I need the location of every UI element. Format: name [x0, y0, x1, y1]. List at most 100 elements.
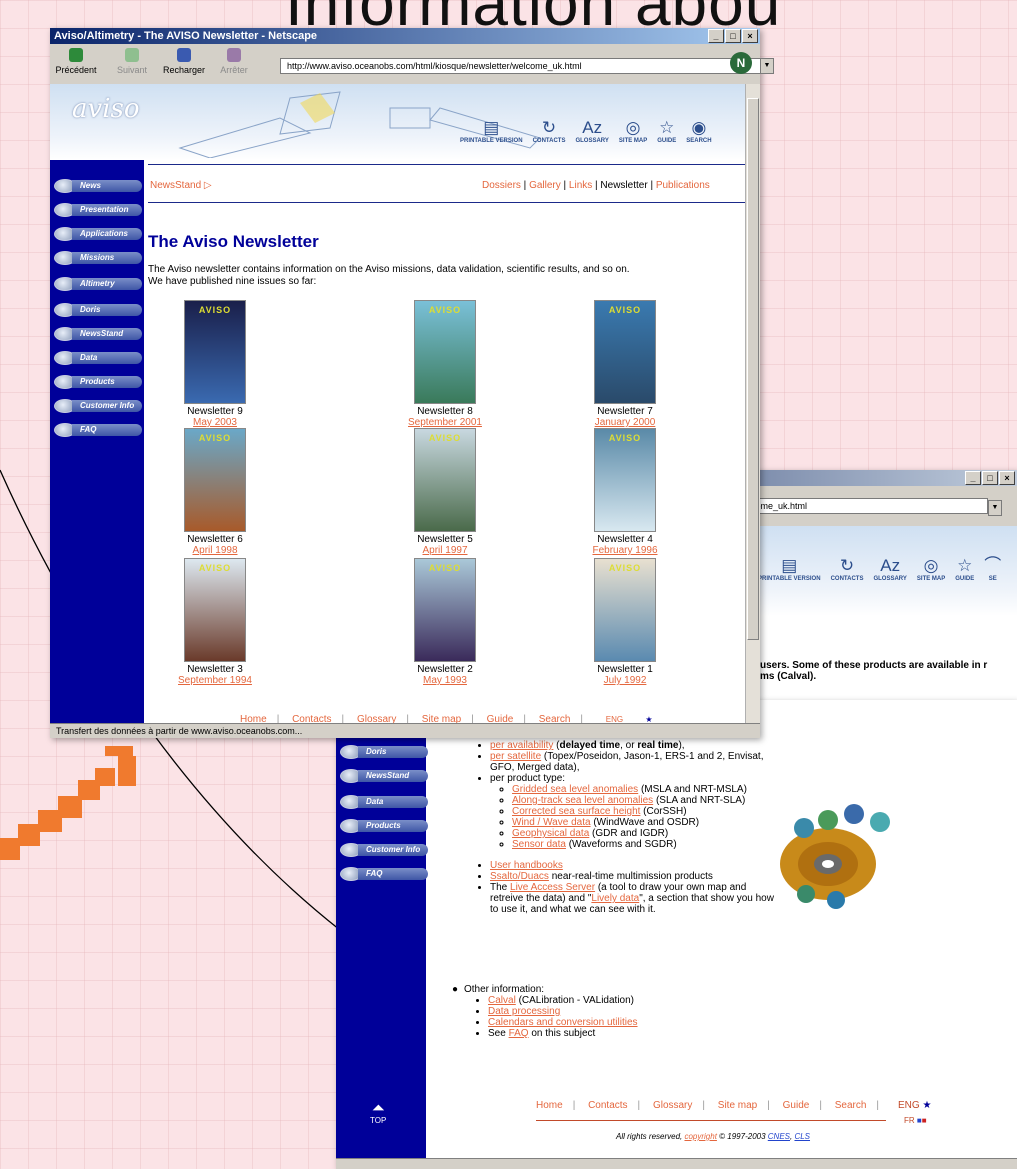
back-sidebar-item-faq[interactable]: FAQ — [340, 866, 428, 882]
newsletter-issue[interactable]: AVISO Newsletter 3 September 1994 — [150, 558, 280, 686]
cls-link[interactable]: CLS — [794, 1132, 810, 1141]
back-sidebar-item-doris[interactable]: Doris — [340, 744, 428, 760]
lively-data-link[interactable]: Lively data — [591, 893, 639, 904]
printable-version-icon[interactable]: ▤ PRINTABLE VERSION — [460, 118, 523, 144]
live-access-server-link[interactable]: Live Access Server — [510, 882, 595, 893]
sidebar-item-customer-info[interactable]: Customer Info — [54, 398, 142, 414]
user-handbooks-link[interactable]: User handbooks — [490, 860, 563, 871]
newsletter-cover-image[interactable]: AVISO — [184, 300, 246, 404]
minimize-button[interactable]: _ — [708, 29, 724, 43]
sidebar-item-products[interactable]: Products — [54, 374, 142, 390]
contacts-icon[interactable]: ↻ CONTACTS — [831, 556, 864, 582]
newsletter-cover-image[interactable]: AVISO — [594, 558, 656, 662]
breadcrumb-newsstand-link[interactable]: NewsStand — [150, 180, 201, 191]
site-map-icon[interactable]: ◎ SITE MAP — [917, 556, 945, 582]
maximize-button[interactable]: □ — [725, 29, 741, 43]
newsletter-issue[interactable]: AVISO Newsletter 4 February 1996 — [560, 428, 690, 556]
links-link[interactable]: Links — [569, 180, 592, 191]
newsletter-cover-image[interactable]: AVISO — [184, 558, 246, 662]
per-satellite-link[interactable]: per satellite — [490, 751, 541, 762]
back-button[interactable]: Précédent — [54, 48, 98, 75]
geophysical-data-link[interactable]: Geophysical data — [512, 828, 589, 839]
back-lang-eng[interactable]: ENG ★ — [898, 1100, 931, 1111]
back-footer-search[interactable]: Search — [835, 1100, 867, 1111]
site-map-icon[interactable]: ◎ SITE MAP — [619, 118, 647, 144]
along-track-sla-link[interactable]: Along-track sea level anomalies — [512, 795, 653, 806]
back-sidebar-item-products[interactable]: Products — [340, 818, 428, 834]
gridded-sla-link[interactable]: Gridded sea level anomalies — [512, 784, 638, 795]
newsletter-issue[interactable]: AVISO Newsletter 6 April 1998 — [150, 428, 280, 556]
copyright-link[interactable]: copyright — [684, 1132, 716, 1141]
back-footer-guide[interactable]: Guide — [783, 1100, 810, 1111]
back-lang-fr[interactable]: FR ■■ — [904, 1116, 927, 1125]
sidebar-item-applications[interactable]: Applications — [54, 226, 142, 242]
faq-link[interactable]: FAQ — [509, 1028, 529, 1039]
back-footer-site-map[interactable]: Site map — [718, 1100, 757, 1111]
vertical-scrollbar[interactable] — [745, 84, 760, 724]
url-bar[interactable]: http://www.aviso.oceanobs.com/html/kiosq… — [280, 58, 768, 74]
sidebar-item-missions[interactable]: Missions — [54, 250, 142, 266]
newsletter-date-link[interactable]: April 1997 — [422, 545, 467, 556]
contacts-icon[interactable]: ↻ CONTACTS — [533, 118, 566, 144]
back-sidebar-item-newsstand[interactable]: NewsStand — [340, 768, 428, 784]
glossary-icon[interactable]: Az GLOSSARY — [575, 118, 608, 144]
back-address-bar[interactable]: lcome_uk.html — [744, 498, 988, 514]
glossary-icon[interactable]: Az GLOSSARY — [873, 556, 906, 582]
address-dropdown[interactable]: ▼ — [988, 500, 1002, 516]
sidebar-item-newsstand[interactable]: NewsStand — [54, 326, 142, 342]
newsletter-cover-image[interactable]: AVISO — [414, 558, 476, 662]
guide-icon[interactable]: ☆ GUIDE — [955, 556, 974, 582]
dossiers-link[interactable]: Dossiers — [482, 180, 521, 191]
ssalto-duacs-link[interactable]: Ssalto/Duacs — [490, 871, 549, 882]
sidebar-item-data[interactable]: Data — [54, 350, 142, 366]
newsletter-issue[interactable]: AVISO Newsletter 5 April 1997 — [380, 428, 510, 556]
newsletter-cover-image[interactable]: AVISO — [184, 428, 246, 532]
newsletter-date-link[interactable]: May 1993 — [423, 675, 467, 686]
corrected-ssh-link[interactable]: Corrected sea surface height — [512, 806, 640, 817]
newsletter-issue[interactable]: AVISO Newsletter 2 May 1993 — [380, 558, 510, 686]
newsletter-date-link[interactable]: September 2001 — [408, 417, 482, 428]
newsletter-issue[interactable]: AVISO Newsletter 1 July 1992 — [560, 558, 690, 686]
back-footer-glossary[interactable]: Glossary — [653, 1100, 692, 1111]
back-sidebar-item-data[interactable]: Data — [340, 794, 428, 810]
newsletter-date-link[interactable]: April 1998 — [192, 545, 237, 556]
stop-button[interactable]: Arrêter — [212, 48, 256, 75]
publications-link[interactable]: Publications — [656, 180, 710, 191]
newsletter-cover-image[interactable]: AVISO — [594, 428, 656, 532]
back-footer-home[interactable]: Home — [536, 1100, 563, 1111]
newsletter-issue[interactable]: AVISO Newsletter 7 January 2000 — [560, 300, 690, 428]
sensor-data-link[interactable]: Sensor data — [512, 839, 566, 850]
data-processing-link[interactable]: Data processing — [488, 1006, 560, 1017]
newsletter-date-link[interactable]: July 1992 — [604, 675, 647, 686]
top-button[interactable]: ⏶ TOP — [370, 1101, 386, 1126]
url-dropdown-icon[interactable]: ▼ — [760, 58, 774, 74]
newsletter-date-link[interactable]: February 1996 — [592, 545, 657, 556]
search-icon[interactable]: ◉ SEARCH — [686, 118, 711, 144]
sidebar-item-doris[interactable]: Doris — [54, 302, 142, 318]
per-availability-link[interactable]: per availability — [490, 740, 553, 751]
close-button[interactable]: × — [742, 29, 758, 43]
wind-wave-link[interactable]: Wind / Wave data — [512, 817, 591, 828]
gallery-link[interactable]: Gallery — [529, 180, 561, 191]
guide-icon[interactable]: ☆ GUIDE — [657, 118, 676, 144]
sidebar-item-presentation[interactable]: Presentation — [54, 202, 142, 218]
search-icon[interactable]: ⌒ SE — [984, 556, 1001, 582]
sidebar-item-faq[interactable]: FAQ — [54, 422, 142, 438]
cnes-link[interactable]: CNES — [768, 1132, 790, 1141]
newsletter-date-link[interactable]: September 1994 — [178, 675, 252, 686]
sidebar-item-news[interactable]: News — [54, 178, 142, 194]
calval-link[interactable]: Calval — [488, 995, 516, 1006]
calendars-link[interactable]: Calendars and conversion utilities — [488, 1017, 638, 1028]
sidebar-item-altimetry[interactable]: Altimetry — [54, 276, 142, 292]
back-footer-contacts[interactable]: Contacts — [588, 1100, 627, 1111]
reload-button[interactable]: Recharger — [162, 48, 206, 75]
printable-version-icon[interactable]: ▤ PRINTABLE VERSION — [758, 556, 821, 582]
newsletter-date-link[interactable]: May 2003 — [193, 417, 237, 428]
aviso-logo[interactable]: aviso — [72, 94, 140, 124]
forward-button[interactable]: Suivant — [110, 48, 154, 75]
newsletter-issue[interactable]: AVISO Newsletter 9 May 2003 — [150, 300, 280, 428]
newsletter-issue[interactable]: AVISO Newsletter 8 September 2001 — [380, 300, 510, 428]
newsletter-cover-image[interactable]: AVISO — [594, 300, 656, 404]
newsletter-cover-image[interactable]: AVISO — [414, 300, 476, 404]
back-sidebar-item-customer-info[interactable]: Customer Info — [340, 842, 428, 858]
